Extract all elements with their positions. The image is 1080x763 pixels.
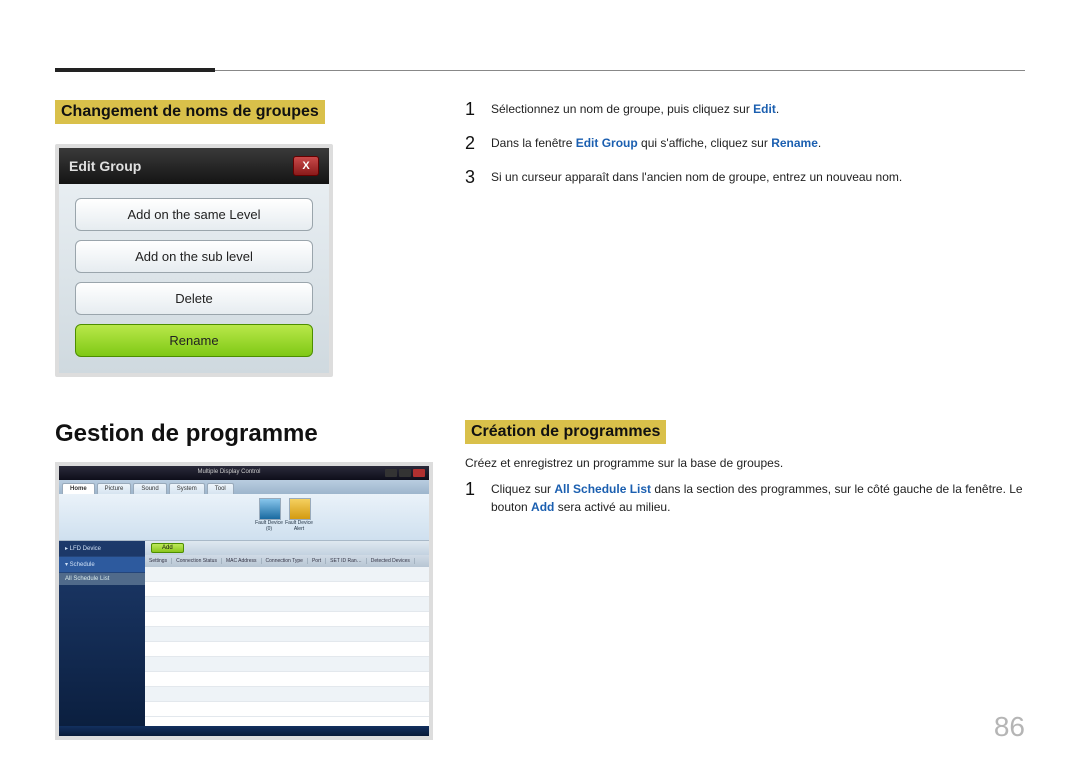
heading-create-schedules: Création de programmes	[465, 420, 666, 444]
sidebar-item-schedule[interactable]: ▾ Schedule	[59, 557, 145, 573]
mdc-grid	[145, 567, 429, 726]
fault-device-icon[interactable]	[259, 498, 281, 520]
edit-group-dialog: Edit Group X Add on the same Level Add o…	[55, 144, 333, 377]
delete-button[interactable]: Delete	[75, 282, 313, 315]
close-icon[interactable]	[413, 469, 425, 477]
tab-tool[interactable]: Tool	[207, 483, 234, 494]
mdc-column-headers: Settings Connection Status MAC Address C…	[145, 555, 429, 567]
add-same-level-button[interactable]: Add on the same Level	[75, 198, 313, 231]
step-number: 3	[465, 168, 479, 186]
step-text: Dans la fenêtre Edit Group qui s'affiche…	[491, 134, 821, 152]
step-number: 2	[465, 134, 479, 152]
step-text: Si un curseur apparaît dans l'ancien nom…	[491, 168, 902, 186]
tab-system[interactable]: System	[169, 483, 205, 494]
tab-picture[interactable]: Picture	[97, 483, 132, 494]
fault-alert-icon[interactable]	[289, 498, 311, 520]
page-number: 86	[994, 711, 1025, 743]
step-text: Cliquez sur All Schedule List dans la se…	[491, 480, 1025, 516]
tab-home[interactable]: Home	[62, 483, 95, 494]
step-text: Sélectionnez un nom de groupe, puis cliq…	[491, 100, 779, 118]
add-button[interactable]: Add	[151, 543, 184, 553]
sidebar-item-lfd[interactable]: ▸ LFD Device	[59, 541, 145, 557]
mdc-tabs: Home Picture Sound System Tool	[59, 480, 429, 494]
mdc-sidebar: ▸ LFD Device ▾ Schedule All Schedule Lis…	[59, 541, 145, 726]
add-sub-level-button[interactable]: Add on the sub level	[75, 240, 313, 273]
mdc-title: Multiple Display Control	[197, 469, 260, 477]
dialog-title: Edit Group	[69, 158, 141, 174]
rename-steps: 1 Sélectionnez un nom de groupe, puis cl…	[465, 100, 1025, 186]
step-number: 1	[465, 100, 479, 118]
step-number: 1	[465, 480, 479, 498]
rename-button[interactable]: Rename	[75, 324, 313, 357]
mdc-screenshot: Multiple Display Control Home Picture So…	[55, 462, 433, 740]
heading-rename-groups: Changement de noms de groupes	[55, 100, 325, 124]
fault-alert-label: Fault Device Alert	[284, 520, 314, 532]
intro-text: Créez et enregistrez un programme sur la…	[465, 456, 1025, 470]
sidebar-item-all-schedule-list[interactable]: All Schedule List	[59, 573, 145, 585]
close-icon[interactable]: X	[293, 156, 319, 176]
heading-schedule-management: Gestion de programme	[55, 420, 425, 448]
tab-sound[interactable]: Sound	[133, 483, 166, 494]
fault-device-label: Fault Device (0)	[254, 520, 284, 532]
